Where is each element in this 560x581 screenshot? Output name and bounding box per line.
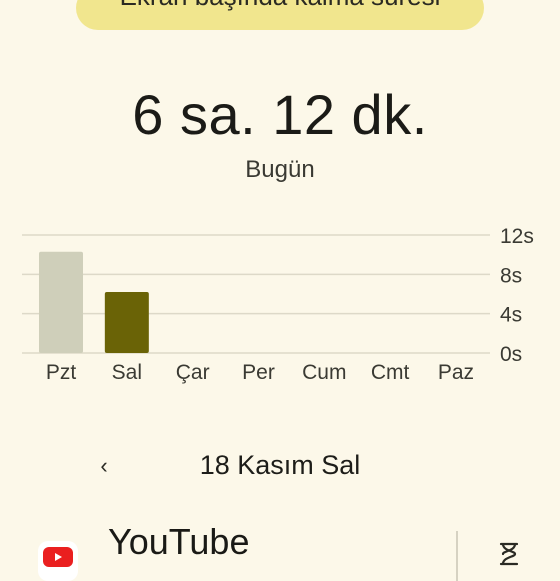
day-label-paz[interactable]: Paz [438,361,474,384]
bar-pzt[interactable] [39,251,83,353]
day-label-per[interactable]: Per [242,361,275,384]
day-label-çar[interactable]: Çar [176,361,210,384]
date-navigator: ‹ 18 Kasım Sal [0,448,560,484]
day-label-pzt[interactable]: Pzt [46,361,77,384]
y-tick-label: 4s [500,304,522,327]
app-usage-row[interactable]: YouTube [0,515,560,581]
day-label-cum[interactable]: Cum [302,361,346,384]
hourglass-icon[interactable] [496,541,522,567]
y-tick-label: 0s [500,343,522,366]
app-name: YouTube [108,521,250,562]
selected-date: 18 Kasım Sal [199,450,361,480]
row-divider [456,531,458,581]
weekly-usage-chart: 12s 8s 4s 0s Pzt Sal Çar Per Cum Cmt Paz [22,225,534,384]
y-tick-label: 12s [500,225,534,248]
y-tick-label: 8s [500,264,522,287]
bar-sal[interactable] [104,292,149,353]
youtube-icon [38,541,78,581]
day-label-sal[interactable]: Sal [112,361,142,384]
day-label-cmt[interactable]: Cmt [371,361,410,384]
